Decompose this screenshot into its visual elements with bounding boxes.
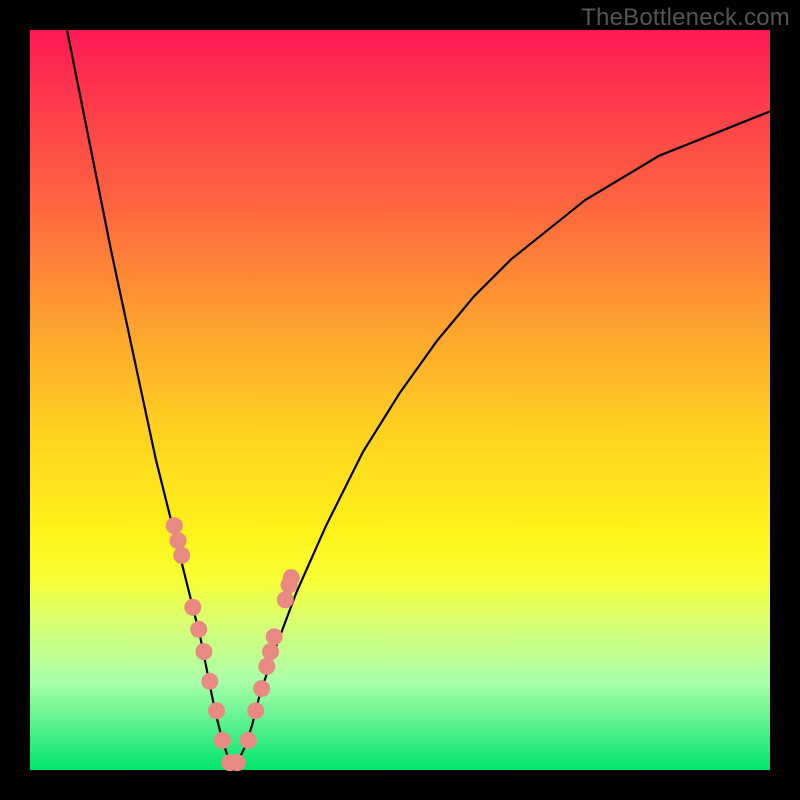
highlight-point — [254, 681, 270, 697]
highlight-point — [202, 673, 218, 689]
highlight-point — [214, 732, 230, 748]
chart-frame: TheBottleneck.com — [0, 0, 800, 800]
watermark-text: TheBottleneck.com — [581, 4, 790, 32]
bottleneck-curve — [67, 30, 770, 763]
highlight-point — [229, 755, 245, 771]
highlight-point — [248, 703, 264, 719]
highlight-point — [191, 621, 207, 637]
plot-area — [30, 30, 770, 770]
highlight-point — [263, 644, 279, 660]
highlight-point — [240, 732, 256, 748]
highlight-point — [266, 629, 282, 645]
highlight-point — [209, 703, 225, 719]
highlight-point — [185, 599, 201, 615]
curve-svg — [30, 30, 770, 770]
highlight-point — [174, 547, 190, 563]
highlight-point — [166, 518, 182, 534]
highlight-point — [259, 658, 275, 674]
highlight-point — [283, 570, 299, 586]
highlighted-points-group — [166, 518, 299, 771]
highlight-point — [170, 533, 186, 549]
highlight-point — [196, 644, 212, 660]
highlight-point — [277, 592, 293, 608]
